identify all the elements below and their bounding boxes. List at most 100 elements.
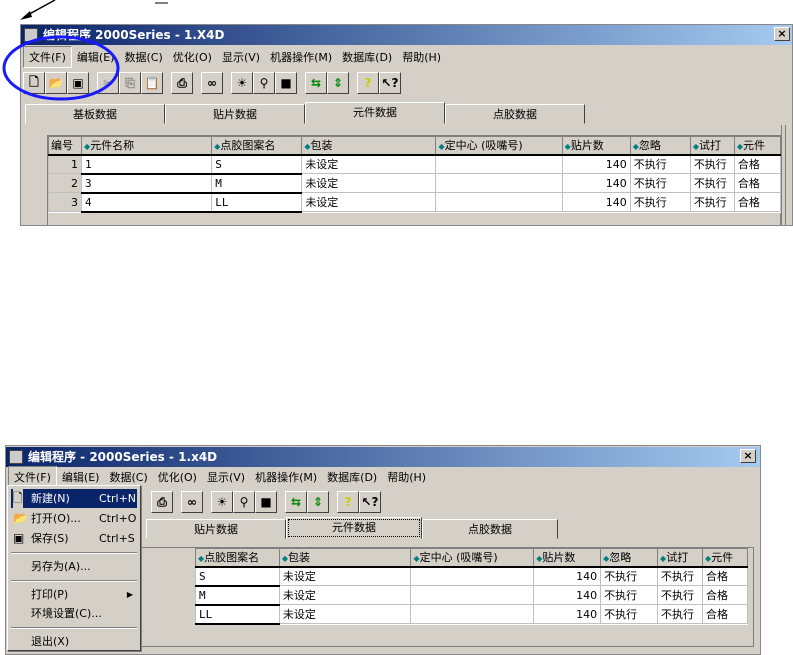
table-cell[interactable]: 3 [81,173,213,194]
menu-4[interactable]: 显示(V) [217,47,265,67]
tab-1[interactable]: 元件数据 [286,517,422,539]
table-cell[interactable]: 合格 [702,604,748,624]
table-row[interactable]: S 未设定 140 不执行 不执行 合格 [195,566,748,587]
nozzle-button[interactable]: ⚲ [233,491,255,513]
column-header[interactable]: ◆元件名称 [81,136,213,156]
menu-2[interactable]: 数据(C) [104,467,152,487]
table-cell[interactable]: 未设定 [278,604,412,624]
column-header[interactable]: ◆点胶图案名 [195,548,280,568]
table-cell[interactable]: 不执行 [689,192,735,212]
column-header[interactable]: ◆包装 [301,136,437,156]
table-row[interactable]: 1 1 S 未设定 140 不执行 不执行 合格 [47,154,782,175]
column-header[interactable]: ◆试打 [657,548,704,568]
table-cell[interactable]: M [211,173,303,194]
table-cell[interactable] [410,604,535,624]
swap-v-button[interactable]: ⇕ [327,72,349,94]
table-cell[interactable]: 1 [47,154,83,174]
table-cell[interactable]: 不执行 [629,173,691,193]
swap-h-button[interactable]: ⇆ [285,491,307,513]
parts-button[interactable]: ■ [275,72,297,94]
table-cell[interactable]: 4 [81,192,213,213]
scrollbar[interactable] [781,125,786,225]
table-cell[interactable]: 不执行 [600,566,659,586]
close-button[interactable]: × [740,449,756,463]
table-cell[interactable] [410,566,535,586]
table-row[interactable]: 3 4 LL 未设定 140 不执行 不执行 合格 [47,192,782,213]
column-header[interactable]: ◆定中心 (吸嘴号) [410,548,535,568]
light-button[interactable]: ☀ [231,72,253,94]
table-cell[interactable]: 140 [533,585,602,605]
menu-7[interactable]: 帮助(H) [397,47,446,67]
table-cell[interactable] [435,154,563,174]
column-header[interactable]: ◆试打 [689,136,735,156]
table-cell[interactable]: 不执行 [657,585,704,605]
swap-v-button[interactable]: ⇕ [307,491,329,513]
column-header[interactable]: ◆贴片数 [561,136,631,156]
table-cell[interactable]: 140 [533,604,602,624]
table-cell[interactable]: 不执行 [629,192,691,212]
column-header[interactable]: ◆元件 [702,548,748,568]
table-cell[interactable]: 不执行 [629,154,691,174]
table-row[interactable]: LL 未设定 140 不执行 不执行 合格 [195,604,748,625]
help-button[interactable]: ? [357,72,379,94]
menu-item-new[interactable]: 🗋 新建(N) Ctrl+N [11,489,137,508]
table-cell[interactable]: 不执行 [657,566,704,586]
table-cell[interactable]: 2 [47,173,83,193]
table-cell[interactable]: 140 [561,154,631,174]
menu-item-exit[interactable]: 退出(X) [11,632,137,651]
table-cell[interactable]: 3 [47,192,83,212]
table-cell[interactable]: 合格 [702,566,748,586]
column-header[interactable]: ◆定中心 (吸嘴号) [435,136,563,156]
light-button[interactable]: ☀ [211,491,233,513]
context-help-button[interactable]: ↖? [359,491,381,513]
close-button[interactable]: × [774,27,790,41]
table-cell[interactable] [435,173,563,193]
table-cell[interactable]: 合格 [702,585,748,605]
table-cell[interactable]: 未设定 [278,566,412,586]
table-cell[interactable]: 未设定 [278,585,412,605]
table-cell[interactable]: 不执行 [600,585,659,605]
tab-2[interactable]: 点胶数据 [422,519,558,539]
table-cell[interactable] [410,585,535,605]
menu-3[interactable]: 优化(O) [153,467,202,487]
menu-item-save-as[interactable]: 另存为(A)... [11,557,137,576]
menu-5[interactable]: 机器操作(M) [265,47,337,67]
menu-item-save[interactable]: ▣ 保存(S) Ctrl+S [11,529,137,548]
menu-6[interactable]: 数据库(D) [337,47,397,67]
menu-7[interactable]: 帮助(H) [382,467,431,487]
menu-item-environment[interactable]: 环境设置(C)... [11,604,137,623]
tab-0[interactable]: 贴片数据 [146,519,286,539]
menu-item-print[interactable]: 打印(P) ▶ [11,585,137,604]
column-header[interactable]: ◆点胶图案名 [211,136,303,156]
help-button[interactable]: ? [337,491,359,513]
table-cell[interactable]: 140 [533,566,602,586]
column-header[interactable]: ◆忽略 [600,548,659,568]
table-cell[interactable]: 未设定 [301,154,437,174]
column-header[interactable]: ◆忽略 [629,136,691,156]
table-row[interactable]: M 未设定 140 不执行 不执行 合格 [195,585,748,606]
table-cell[interactable]: 未设定 [301,173,437,193]
column-header[interactable]: 编号 [47,136,83,156]
table-cell[interactable]: 合格 [733,192,782,212]
menu-5[interactable]: 机器操作(M) [250,467,322,487]
column-header[interactable]: ◆贴片数 [533,548,602,568]
table-cell[interactable]: 合格 [733,154,782,174]
menu-6[interactable]: 数据库(D) [322,467,382,487]
table-cell[interactable]: LL [195,604,280,625]
swap-h-button[interactable]: ⇆ [305,72,327,94]
table-cell[interactable]: 不执行 [689,173,735,193]
table-cell[interactable]: S [195,566,280,587]
table-cell[interactable]: 不执行 [657,604,704,624]
table-cell[interactable]: 合格 [733,173,782,193]
find-button[interactable]: ∞ [181,491,203,513]
find-button[interactable]: ∞ [201,72,223,94]
table-cell[interactable]: 1 [81,154,213,175]
print-button[interactable]: ⎙ [151,491,173,513]
menu-item-open[interactable]: 📂 打开(O)... Ctrl+O [11,509,137,528]
table-cell[interactable]: M [195,585,280,606]
menu-4[interactable]: 显示(V) [202,467,250,487]
table-cell[interactable]: 140 [561,173,631,193]
parts-button[interactable]: ■ [255,491,277,513]
table-cell[interactable]: 不执行 [689,154,735,174]
table-cell[interactable]: 140 [561,192,631,212]
